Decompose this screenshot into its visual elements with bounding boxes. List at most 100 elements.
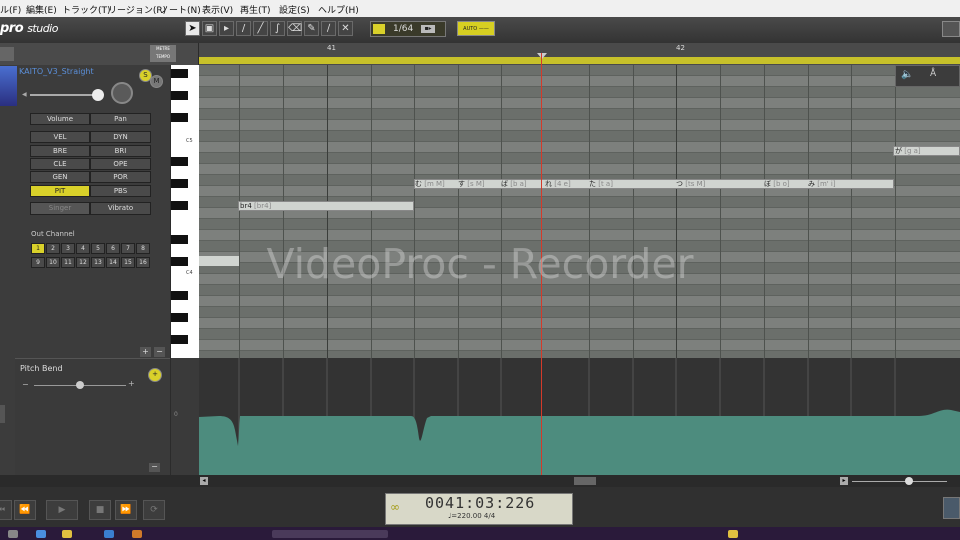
menu-note[interactable]: ノート(N)	[160, 3, 201, 16]
pan-knob[interactable]	[111, 82, 133, 104]
param-vel-button[interactable]: VEL	[30, 131, 90, 143]
menu-region[interactable]: リージョン(R)	[108, 3, 166, 16]
zoom-slider-knob[interactable]	[905, 477, 913, 485]
auto-button[interactable]: AUTO ——	[457, 21, 495, 36]
eraser-tool-icon[interactable]: ⌫	[287, 21, 302, 36]
black-key[interactable]	[171, 201, 188, 210]
param-dyn-button[interactable]: DYN	[90, 131, 151, 143]
mute-tool-icon[interactable]: ✕	[338, 21, 353, 36]
param-por-button[interactable]: POR	[90, 171, 151, 183]
fast-forward-icon[interactable]: ⏩	[115, 500, 137, 520]
pitch-collapse-icon[interactable]: −	[149, 463, 160, 472]
menu-view[interactable]: 表示(V)	[202, 3, 233, 16]
param-gen-button[interactable]: GEN	[30, 171, 90, 183]
pointer-tool-icon[interactable]: ➤	[185, 21, 200, 36]
menu-settings[interactable]: 設定(S)	[279, 3, 310, 16]
mute-icon[interactable]: M	[150, 75, 163, 88]
grid-line	[895, 65, 896, 358]
volume-slider-knob[interactable]	[92, 89, 104, 101]
param-ope-button[interactable]: OPE	[90, 158, 151, 170]
piano-roll-grid[interactable]	[199, 65, 960, 358]
singer-name[interactable]: KAITO_V3_Straight	[19, 67, 94, 76]
taskbar-app-icon[interactable]	[36, 530, 46, 538]
black-key[interactable]	[171, 335, 188, 344]
scroll-left-icon[interactable]: ◂	[200, 477, 208, 485]
black-key[interactable]	[171, 179, 188, 188]
menu-playback[interactable]: 再生(T)	[240, 3, 271, 16]
curve-tool-icon[interactable]: ∫	[270, 21, 285, 36]
line-tool-icon[interactable]: ╱	[253, 21, 268, 36]
pitch-bend-curve[interactable]	[199, 358, 960, 475]
pitch-minus-icon: −	[22, 380, 29, 389]
grid-line	[371, 65, 372, 358]
taskbar-app-icon[interactable]	[8, 530, 18, 538]
param-remove-icon[interactable]: −	[154, 347, 165, 357]
scroll-left-area	[0, 475, 199, 487]
black-key[interactable]	[171, 291, 188, 300]
param-pbs-button[interactable]: PBS	[90, 185, 151, 197]
menu-file[interactable]: ル(F)	[0, 3, 21, 16]
mixer-icon[interactable]	[943, 497, 960, 519]
panel-toggle-button[interactable]	[0, 47, 14, 61]
playhead-marker[interactable]	[537, 53, 547, 59]
select-range-tool-icon[interactable]: ▣	[202, 21, 217, 36]
meter-tempo-button[interactable]: METRE TEMPO	[150, 45, 176, 62]
loop-range-bar[interactable]	[199, 57, 960, 64]
pencil-tool-icon[interactable]: /	[236, 21, 251, 36]
param-bre-button[interactable]: BRE	[30, 145, 90, 157]
singer-button[interactable]: Singer	[30, 202, 90, 215]
taskbar-app-icon[interactable]	[104, 530, 114, 538]
knife-tool-icon[interactable]: ∕	[321, 21, 336, 36]
pan-button[interactable]: Pan	[90, 113, 151, 125]
menu-help[interactable]: ヘルプ(H)	[318, 3, 359, 16]
window-menu-button[interactable]	[942, 21, 960, 37]
black-key[interactable]	[171, 113, 188, 122]
back-to-start-icon[interactable]: ⏮	[0, 500, 12, 520]
note-lyric-bo: ぼ [b o]	[764, 180, 790, 188]
grid-line	[764, 65, 765, 358]
param-bri-button[interactable]: BRI	[90, 145, 151, 157]
phoneme-icon[interactable]: Å	[930, 69, 936, 79]
rewind-icon[interactable]: ⏪	[14, 500, 36, 520]
scroll-right-icon[interactable]: ▸	[840, 477, 848, 485]
param-add-icon[interactable]: +	[140, 347, 151, 357]
zoom-slider[interactable]	[852, 481, 947, 482]
taskbar-tray-icon[interactable]	[728, 530, 738, 538]
black-key[interactable]	[171, 91, 188, 100]
side-handle[interactable]	[0, 405, 5, 423]
param-pit-button[interactable]: PIT	[30, 185, 90, 197]
volume-button[interactable]: Volume	[30, 113, 90, 125]
note-lyric-mi: み [m' i]	[808, 180, 836, 188]
taskbar-active-window[interactable]	[272, 530, 388, 538]
pitch-bend-add-icon[interactable]: +	[148, 368, 162, 382]
grid-line	[633, 65, 634, 358]
scrollbar-thumb[interactable]	[574, 477, 596, 485]
quantize-dropdown[interactable]: ▪▸	[421, 25, 435, 33]
note-lyric-tsu: つ [ts M]	[676, 180, 706, 188]
play-icon[interactable]: ▶	[46, 500, 78, 520]
black-key[interactable]	[171, 157, 188, 166]
pitch-bend-slider-knob[interactable]	[76, 381, 84, 389]
param-cle-button[interactable]: CLE	[30, 158, 90, 170]
loop-toggle-icon[interactable]: ⟳	[143, 500, 165, 520]
speaker-icon[interactable]: 🔈	[901, 69, 913, 80]
note-lyric-re: れ [4 e]	[545, 180, 571, 188]
black-key[interactable]	[171, 313, 188, 322]
grid-tool-icon[interactable]: ▸	[219, 21, 234, 36]
taskbar-app-icon[interactable]	[132, 530, 142, 538]
black-key[interactable]	[171, 69, 188, 78]
c5-key-label: C5	[186, 138, 193, 144]
taskbar-app-icon[interactable]	[62, 530, 72, 538]
loop-icon[interactable]: ∞	[390, 500, 400, 514]
menu-edit[interactable]: 編集(E)	[26, 3, 57, 16]
quantize-selector[interactable]: 1/64 ▪▸	[370, 21, 446, 37]
pen-tool-icon[interactable]: ✎	[304, 21, 319, 36]
stop-icon[interactable]: ■	[89, 500, 111, 520]
pitch-bend-label: Pitch Bend	[20, 364, 63, 373]
note-lyric-ba: ば [b a]	[501, 180, 527, 188]
volume-slider[interactable]	[30, 94, 100, 96]
vibrato-button[interactable]: Vibrato	[90, 202, 151, 215]
menu-track[interactable]: トラック(T)	[62, 3, 111, 16]
piano-keyboard[interactable]	[171, 65, 199, 358]
grid-line	[414, 65, 415, 358]
